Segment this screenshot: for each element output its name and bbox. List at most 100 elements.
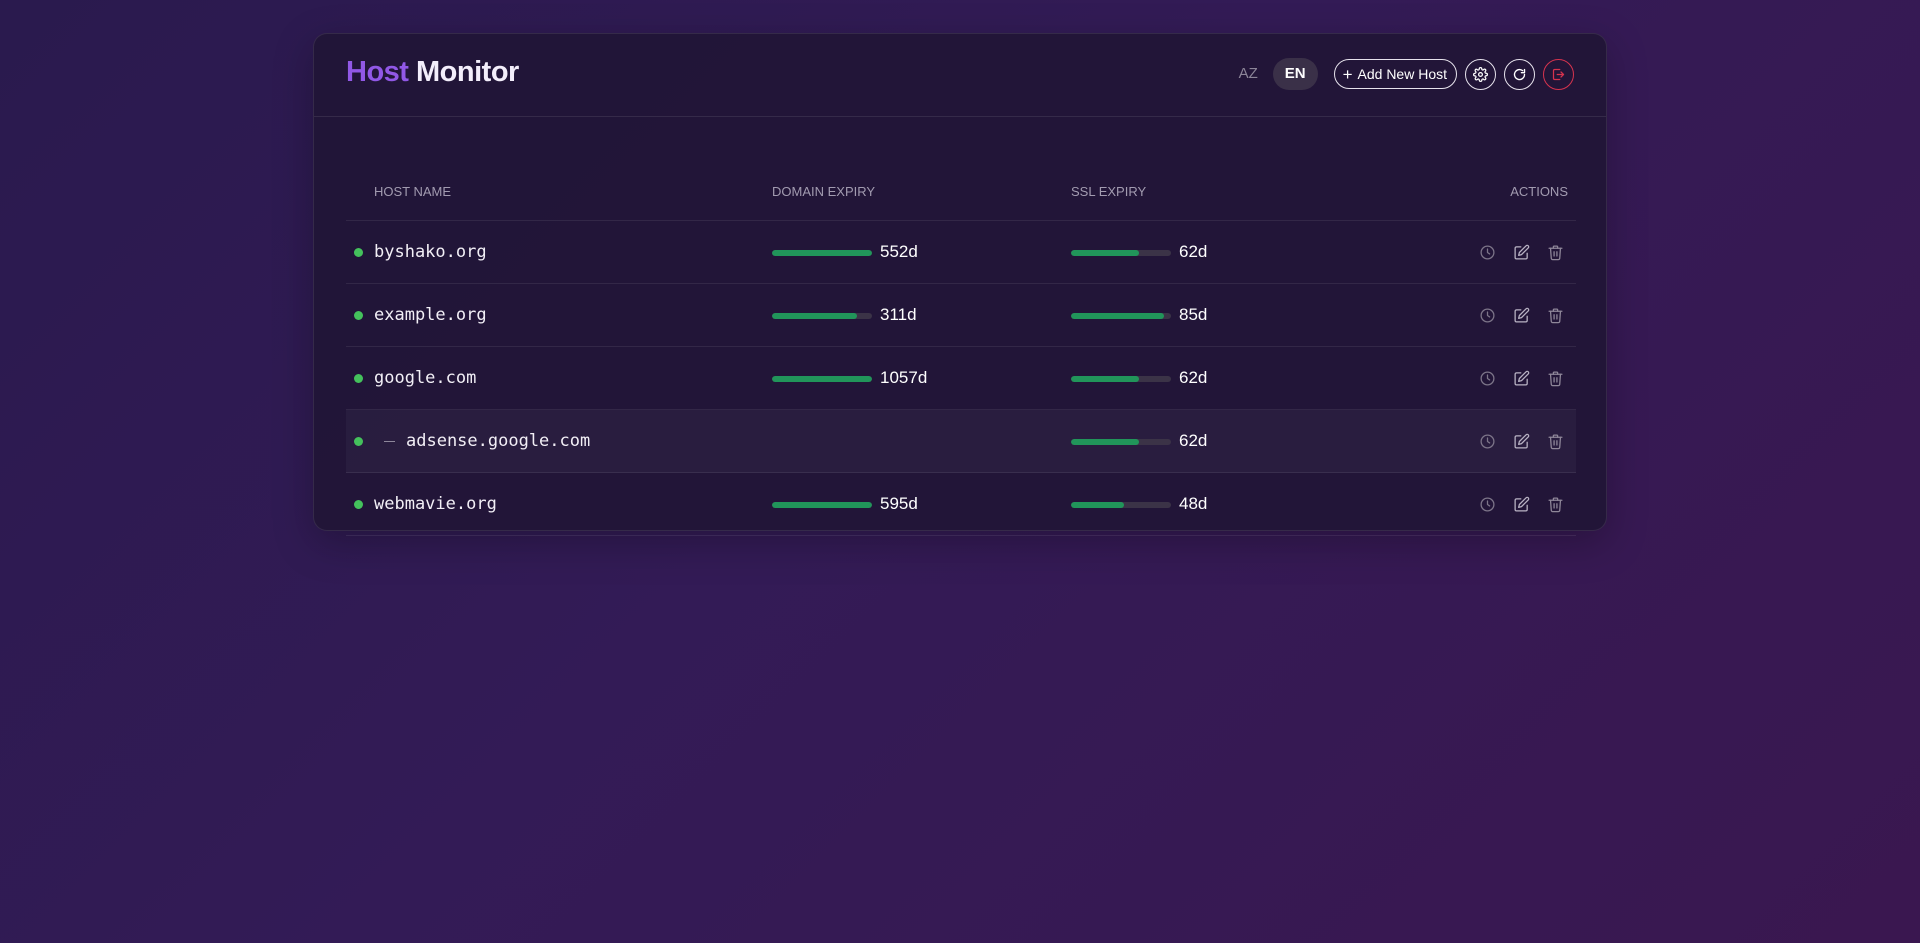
ssl-expiry-days: 85d — [1179, 305, 1208, 324]
domain-expiry-bar — [772, 313, 872, 319]
table-row: webmavie.org 595d 48d — [346, 473, 1576, 536]
host-name: byshako.org — [374, 242, 487, 262]
row-actions — [1464, 241, 1566, 263]
logout-button[interactable] — [1543, 58, 1574, 90]
settings-button[interactable] — [1465, 58, 1496, 90]
edit-icon — [1513, 307, 1530, 324]
plus-icon: + — [1342, 64, 1353, 84]
add-new-host-button[interactable]: + Add New Host — [1333, 59, 1457, 89]
host-name: adsense.google.com — [406, 431, 591, 451]
ssl-expiry-bar-fill — [1071, 376, 1139, 382]
table-row: google.com 1057d 62d — [346, 347, 1576, 410]
host-monitor-panel: Host Monitor AZ EN + Add New Host HOST N… — [313, 33, 1607, 536]
history-button[interactable] — [1476, 430, 1498, 452]
ssl-expiry-days: 62d — [1179, 368, 1208, 387]
trash-icon — [1547, 307, 1564, 324]
edit-button[interactable] — [1510, 304, 1532, 326]
history-button[interactable] — [1476, 304, 1498, 326]
edit-button[interactable] — [1510, 430, 1532, 452]
edit-icon — [1513, 496, 1530, 513]
domain-expiry-bar-fill — [772, 250, 872, 256]
ssl-expiry-bar — [1071, 502, 1171, 508]
history-icon — [1479, 496, 1496, 513]
app-title: Host Monitor — [346, 56, 519, 89]
status-dot — [354, 248, 363, 257]
panel-header: Host Monitor AZ EN + Add New Host — [314, 34, 1606, 117]
ssl-expiry-bar — [1071, 313, 1171, 319]
status-dot — [354, 500, 363, 509]
add-new-host-label: Add New Host — [1357, 66, 1447, 82]
status-dot — [354, 374, 363, 383]
domain-expiry-days: 552d — [880, 242, 918, 261]
ssl-expiry-bar-fill — [1071, 502, 1124, 508]
table-row: example.org 311d 85d — [346, 284, 1576, 347]
ssl-expiry-bar — [1071, 439, 1171, 445]
history-icon — [1479, 370, 1496, 387]
edit-icon — [1513, 244, 1530, 261]
ssl-expiry-bar — [1071, 376, 1171, 382]
trash-icon — [1547, 244, 1564, 261]
table-row: byshako.org 552d 62d — [346, 221, 1576, 284]
lang-az-button[interactable]: AZ — [1230, 58, 1267, 90]
logout-icon — [1552, 68, 1565, 80]
ssl-expiry-days: 62d — [1179, 431, 1208, 450]
table-row: adsense.google.com 62d — [346, 410, 1576, 473]
edit-button[interactable] — [1510, 493, 1532, 515]
delete-button[interactable] — [1544, 430, 1566, 452]
domain-expiry-bar-fill — [772, 502, 872, 508]
edit-icon — [1513, 433, 1530, 450]
domain-expiry-bar — [772, 250, 872, 256]
status-dot — [354, 311, 363, 320]
column-domain-expiry: DOMAIN EXPIRY — [772, 184, 876, 199]
domain-expiry-bar — [772, 376, 872, 382]
trash-icon — [1547, 496, 1564, 513]
history-icon — [1479, 307, 1496, 324]
edit-button[interactable] — [1510, 241, 1532, 263]
refresh-icon — [1513, 68, 1526, 80]
ssl-expiry-bar-fill — [1071, 313, 1164, 319]
domain-expiry-days: 1057d — [880, 368, 928, 387]
host-name: example.org — [374, 305, 487, 325]
ssl-expiry-days: 62d — [1179, 242, 1208, 261]
column-host-name: HOST NAME — [374, 184, 452, 199]
delete-button[interactable] — [1544, 304, 1566, 326]
row-actions — [1464, 367, 1566, 389]
app-title-accent: Host — [346, 56, 409, 88]
ssl-expiry-bar-fill — [1071, 250, 1139, 256]
delete-button[interactable] — [1544, 367, 1566, 389]
hosts-table: HOST NAME DOMAIN EXPIRY SSL EXPIRY ACTIO… — [346, 150, 1576, 536]
domain-expiry-bar-fill — [772, 313, 857, 319]
row-actions — [1464, 493, 1566, 515]
ssl-expiry-days: 48d — [1179, 494, 1208, 513]
delete-button[interactable] — [1544, 241, 1566, 263]
ssl-expiry-bar — [1071, 250, 1171, 256]
history-button[interactable] — [1476, 493, 1498, 515]
domain-expiry-bar-fill — [772, 376, 872, 382]
edit-button[interactable] — [1510, 367, 1532, 389]
row-actions — [1464, 304, 1566, 326]
subdomain-connector — [384, 441, 395, 442]
domain-expiry-days: 311d — [880, 305, 917, 324]
app-title-main: Monitor — [416, 56, 519, 88]
history-button[interactable] — [1476, 241, 1498, 263]
host-name: webmavie.org — [374, 494, 497, 514]
lang-en-button[interactable]: EN — [1272, 58, 1318, 90]
header-controls: AZ EN + Add New Host — [1230, 58, 1574, 90]
ssl-expiry-bar-fill — [1071, 439, 1139, 445]
gear-icon — [1473, 66, 1488, 82]
column-ssl-expiry: SSL EXPIRY — [1071, 184, 1147, 199]
status-dot — [354, 437, 363, 446]
row-actions — [1464, 430, 1566, 452]
table-header: HOST NAME DOMAIN EXPIRY SSL EXPIRY ACTIO… — [346, 150, 1576, 221]
domain-expiry-bar — [772, 502, 872, 508]
history-icon — [1479, 433, 1496, 450]
delete-button[interactable] — [1544, 493, 1566, 515]
history-icon — [1479, 244, 1496, 261]
trash-icon — [1547, 370, 1564, 387]
table-body: byshako.org 552d 62d example.org 311d 85d goog… — [346, 221, 1576, 536]
host-name: google.com — [374, 368, 477, 388]
domain-expiry-days: 595d — [880, 494, 918, 513]
column-actions: ACTIONS — [1510, 184, 1568, 199]
refresh-button[interactable] — [1504, 58, 1535, 90]
history-button[interactable] — [1476, 367, 1498, 389]
